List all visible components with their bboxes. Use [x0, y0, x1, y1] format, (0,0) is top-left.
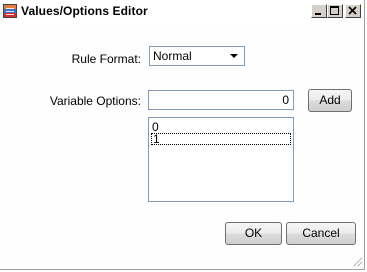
- close-button[interactable]: [345, 4, 361, 18]
- rule-format-select[interactable]: Normal: [149, 46, 245, 66]
- list-item[interactable]: 0: [151, 121, 291, 133]
- variable-value-text: 0: [282, 93, 289, 107]
- variable-value-input[interactable]: 0: [148, 90, 294, 110]
- maximize-button[interactable]: [327, 4, 343, 18]
- close-icon: [348, 6, 357, 15]
- window-title: Values/Options Editor: [21, 4, 148, 18]
- add-button[interactable]: Add: [308, 89, 352, 112]
- title-bar[interactable]: Values/Options Editor: [0, 0, 364, 24]
- rule-format-label: Rule Format:: [71, 52, 141, 66]
- cancel-button[interactable]: Cancel: [286, 222, 356, 245]
- resize-grip-icon[interactable]: [351, 255, 363, 267]
- rule-format-value: Normal: [153, 49, 192, 63]
- ok-button[interactable]: OK: [225, 222, 282, 245]
- variable-options-label: Variable Options:: [49, 94, 141, 108]
- options-listbox[interactable]: 0 1: [148, 117, 294, 202]
- maximize-icon: [330, 6, 339, 15]
- minimize-button[interactable]: [311, 4, 327, 18]
- app-grid-icon[interactable]: [3, 4, 17, 18]
- minimize-icon: [315, 13, 321, 15]
- chevron-down-icon: [230, 54, 238, 58]
- list-item-selected[interactable]: 1: [151, 133, 291, 145]
- values-options-editor-window: Values/Options Editor Rule Format: Norma…: [0, 0, 365, 270]
